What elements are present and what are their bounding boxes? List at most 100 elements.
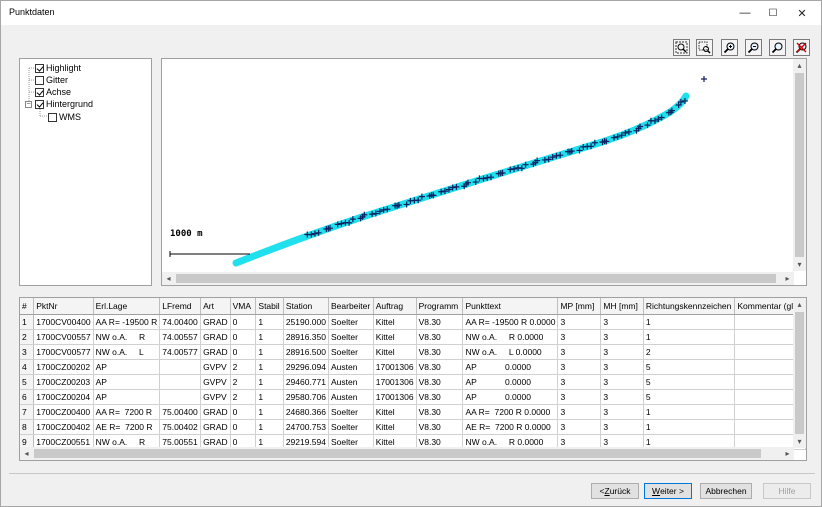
table-cell[interactable]: GRAD [200, 419, 231, 435]
table-cell[interactable]: 1 [255, 419, 284, 435]
table-cell[interactable]: 2 [230, 359, 257, 375]
table-cell[interactable]: AP [93, 389, 161, 405]
row-number[interactable]: 6 [20, 389, 35, 405]
row-number[interactable]: 8 [20, 419, 35, 435]
maximize-button[interactable]: ☐ [758, 1, 788, 25]
zoom-in-button[interactable] [721, 39, 738, 56]
column-header[interactable]: # [20, 298, 35, 315]
table-cell[interactable]: V8.30 [416, 314, 464, 330]
table-cell[interactable]: 28916.500 [283, 344, 330, 360]
layer-hintergrund[interactable]: Hintergrund [35, 98, 93, 110]
table-row[interactable]: 2 1700CV00557 NW o.A. R 74.00557 GRAD 0 1 28916… [20, 329, 806, 345]
table-cell[interactable]: 74.00400 [159, 314, 202, 330]
table-cell[interactable]: Austen [328, 374, 374, 390]
table-cell[interactable]: AP [93, 374, 161, 390]
table-cell[interactable]: 1 [643, 419, 736, 435]
table-cell[interactable]: 1700CZ00402 [33, 419, 94, 435]
table-cell[interactable]: 74.00577 [159, 344, 202, 360]
scroll-right-icon[interactable]: ▸ [781, 272, 794, 285]
table-cell[interactable]: V8.30 [416, 359, 464, 375]
column-header[interactable]: Punkttext [462, 298, 559, 315]
table-cell[interactable]: 25190.000 [283, 314, 330, 330]
table-cell[interactable]: 3 [557, 374, 602, 390]
table-cell[interactable]: Kittel [373, 419, 417, 435]
table-cell[interactable]: AP 0.0000 [462, 359, 559, 375]
table-cell[interactable]: 5 [643, 359, 736, 375]
table-cell[interactable]: 29296.094 [283, 359, 330, 375]
table-cell[interactable]: NW o.A. R [93, 329, 161, 345]
table-cell[interactable]: 29580.706 [283, 389, 330, 405]
table-cell[interactable]: 1 [643, 329, 736, 345]
table-cell[interactable]: AP [93, 359, 161, 375]
table-cell[interactable]: 1 [255, 389, 284, 405]
grid-scroll-up-icon[interactable]: ▴ [793, 298, 806, 311]
row-number[interactable]: 3 [20, 344, 35, 360]
table-cell[interactable]: GRAD [200, 344, 231, 360]
table-row[interactable]: 7 1700CZ00400 AA R= 7200 R 75.00400 GRAD 0 1 24… [20, 404, 806, 420]
table-cell[interactable]: 5 [643, 389, 736, 405]
column-header[interactable]: Station [283, 298, 330, 315]
table-cell[interactable]: 1700CZ00203 [33, 374, 94, 390]
table-cell[interactable]: Soelter [328, 344, 374, 360]
grid-vscroll-thumb[interactable] [795, 312, 804, 434]
table-cell[interactable]: 24700.753 [283, 419, 330, 435]
row-number[interactable]: 5 [20, 374, 35, 390]
table-cell[interactable]: 2 [643, 344, 736, 360]
column-header[interactable]: MP [mm] [557, 298, 602, 315]
cancel-tool-button[interactable] [793, 39, 810, 56]
scroll-down-icon[interactable]: ▾ [793, 258, 806, 271]
table-cell[interactable]: Soelter [328, 314, 374, 330]
table-cell[interactable]: V8.30 [416, 374, 464, 390]
column-header[interactable]: PktNr [33, 298, 94, 315]
table-cell[interactable]: 0 [230, 314, 257, 330]
table-cell[interactable]: 2 [230, 389, 257, 405]
table-cell[interactable]: 1700CV00400 [33, 314, 94, 330]
table-cell[interactable]: GVPV [200, 374, 231, 390]
table-cell[interactable]: 3 [557, 344, 602, 360]
table-cell[interactable]: NW o.A. L [93, 344, 161, 360]
grid-hscroll-thumb[interactable] [34, 449, 761, 458]
table-cell[interactable]: 74.00557 [159, 329, 202, 345]
table-cell[interactable]: 3 [557, 389, 602, 405]
grid-scroll-left-icon[interactable]: ◂ [20, 447, 33, 460]
table-cell[interactable]: 1 [255, 374, 284, 390]
table-cell[interactable]: Kittel [373, 344, 417, 360]
table-cell[interactable]: 1700CZ00204 [33, 389, 94, 405]
table-cell[interactable]: 3 [600, 374, 644, 390]
column-header[interactable]: MH [mm] [600, 298, 644, 315]
next-button[interactable]: Weiter > [644, 483, 692, 499]
column-header[interactable]: Programm [416, 298, 464, 315]
scroll-up-icon[interactable]: ▴ [793, 59, 806, 72]
table-cell[interactable]: 28916.350 [283, 329, 330, 345]
cancel-button[interactable]: Abbrechen [700, 483, 752, 499]
table-cell[interactable]: AA R= 7200 R 0.0000 [462, 404, 559, 420]
table-cell[interactable]: 1700CV00557 [33, 329, 94, 345]
table-cell[interactable]: 3 [600, 314, 644, 330]
table-cell[interactable]: AP 0.0000 [462, 389, 559, 405]
layer-wms[interactable]: WMS [48, 111, 81, 123]
table-cell[interactable]: 5 [643, 374, 736, 390]
map-vertical-scrollbar[interactable]: ▴ ▾ [793, 59, 806, 271]
layer-highlight[interactable]: Highlight [35, 62, 81, 74]
table-cell[interactable]: V8.30 [416, 389, 464, 405]
grid-horizontal-scrollbar[interactable]: ◂ ▸ [20, 447, 794, 460]
column-header[interactable]: Auftrag [373, 298, 417, 315]
map-vscroll-thumb[interactable] [795, 73, 804, 257]
table-cell[interactable]: V8.30 [416, 419, 464, 435]
table-cell[interactable]: V8.30 [416, 329, 464, 345]
grid-scroll-down-icon[interactable]: ▾ [793, 435, 806, 448]
table-row[interactable]: 6 1700CZ00204 AP GVPV 2 1 29580.706 Austen 17001… [20, 389, 806, 405]
zoom-previous-button[interactable] [769, 39, 786, 56]
table-cell[interactable]: 0 [230, 419, 257, 435]
column-header[interactable]: LFremd [159, 298, 202, 315]
table-cell[interactable]: Soelter [328, 329, 374, 345]
collapse-toggle-icon[interactable]: − [25, 101, 32, 108]
column-header[interactable]: Bearbeiter [328, 298, 374, 315]
table-cell[interactable]: 2 [230, 374, 257, 390]
layer-achse-checkbox[interactable] [35, 87, 44, 97]
row-number[interactable]: 4 [20, 359, 35, 375]
table-row[interactable]: 1 1700CV00400 AA R= -19500 R 74.00400 GRAD 0 1… [20, 314, 806, 330]
table-cell[interactable]: Kittel [373, 314, 417, 330]
table-cell[interactable]: AA R= -19500 R [93, 314, 161, 330]
column-header[interactable]: Erl.Lage [93, 298, 161, 315]
